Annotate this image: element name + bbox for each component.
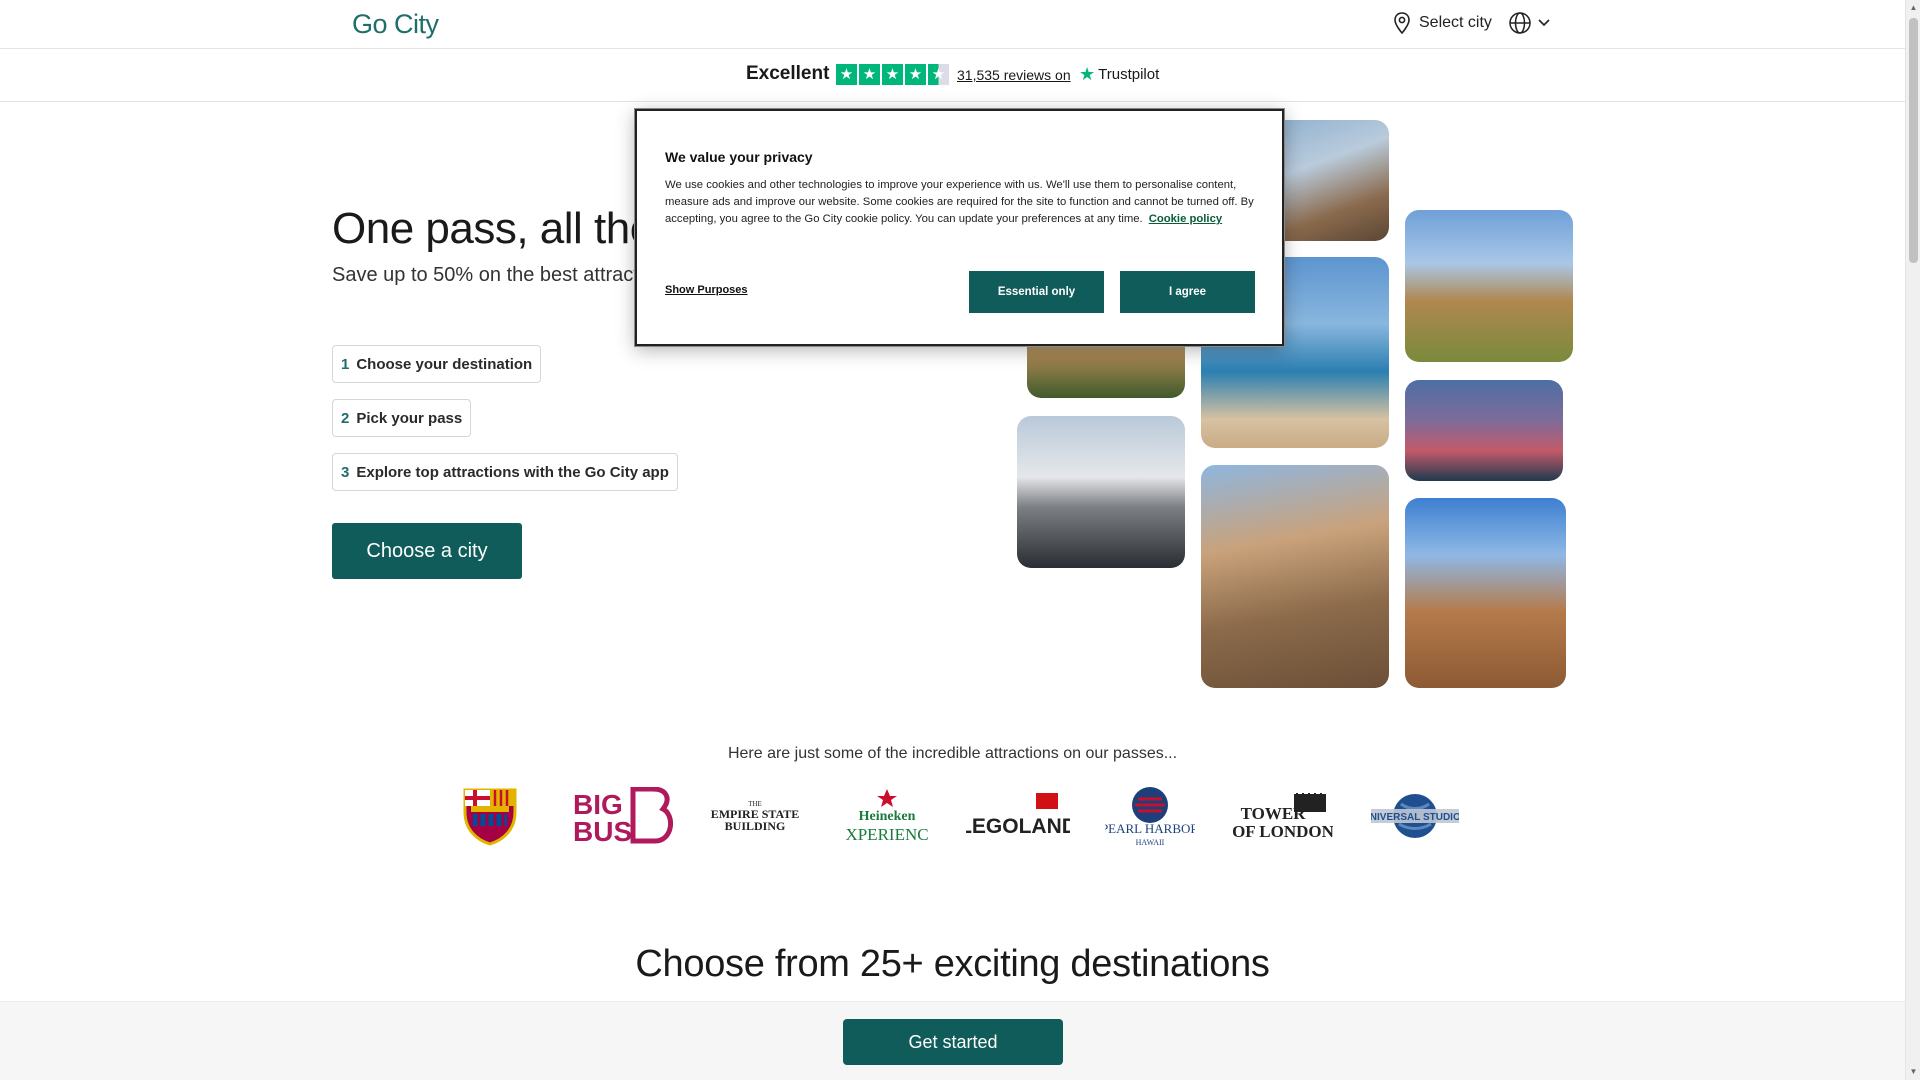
svg-text:BUS: BUS xyxy=(573,816,632,845)
svg-text:BUILDING: BUILDING xyxy=(725,819,786,833)
step-number: 2 xyxy=(341,409,350,427)
tower-of-london-wordmark: TOWER OF LONDON xyxy=(1233,793,1333,839)
svg-text:LEGOLAND: LEGOLAND xyxy=(966,815,1070,838)
universal-studios-logo: UNIVERSAL STUDIOS xyxy=(1371,785,1459,847)
half-star-icon: ★ xyxy=(928,64,949,85)
choose-a-city-button[interactable]: Choose a city xyxy=(332,523,522,579)
step-1: 1 Choose your destination xyxy=(332,345,542,383)
cookie-policy-link[interactable]: Cookie policy xyxy=(1149,213,1222,225)
star-icon: ★ xyxy=(859,64,880,85)
svg-text:Heineken: Heineken xyxy=(859,809,916,824)
step-label: Pick your pass xyxy=(356,409,463,427)
scroll-up-arrow-icon[interactable]: ▲ xyxy=(1909,3,1918,13)
scrollbar-thumb[interactable] xyxy=(1909,18,1918,263)
consent-title: We value your privacy xyxy=(665,149,813,165)
fc-barcelona-logo xyxy=(460,785,520,847)
scroll-down-arrow-icon[interactable]: ▼ xyxy=(1909,1067,1918,1077)
language-selector[interactable] xyxy=(1508,11,1550,35)
big-bus-wordmark: BIG BUS xyxy=(573,787,673,845)
trustpilot-bar: Excellent ★ ★ ★ ★ ★ 31,535 reviews on ★ … xyxy=(0,49,1905,102)
legoland-wordmark: LEGOLAND xyxy=(966,793,1070,838)
svg-text:OF LONDON: OF LONDON xyxy=(1233,822,1333,839)
trustpilot-rating-word: Excellent xyxy=(746,63,830,84)
pearl-harbor-wordmark: PEARL HARBOR HAWAII xyxy=(1105,787,1195,847)
step-3: 3 Explore top attractions with the Go Ci… xyxy=(332,453,678,491)
step-2: 2 Pick your pass xyxy=(332,399,472,437)
go-city-logo[interactable]: Go City xyxy=(352,9,439,40)
photo-selfie-man xyxy=(1017,416,1185,568)
empire-state-wordmark: THE EMPIRE STATE BUILDING xyxy=(711,800,800,833)
step-label: Explore top attractions with the Go City… xyxy=(356,463,669,481)
step-label: Choose your destination xyxy=(356,355,533,373)
svg-text:PEARL HARBOR: PEARL HARBOR xyxy=(1105,821,1195,836)
pearl-harbor-logo: PEARL HARBOR HAWAII xyxy=(1105,785,1195,847)
photo-buddha xyxy=(1201,465,1389,688)
trustpilot-reviews-link[interactable]: 31,535 reviews on xyxy=(957,67,1071,83)
cookie-consent-dialog: We value your privacy We use cookies and… xyxy=(635,109,1284,346)
get-started-button[interactable]: Get started xyxy=(843,1019,1063,1065)
fcb-crest-icon xyxy=(463,788,517,846)
universal-globe-icon: UNIVERSAL STUDIOS xyxy=(1371,794,1459,838)
map-pin-icon xyxy=(1394,12,1410,34)
chevron-down-icon xyxy=(1538,19,1550,27)
destinations-title: Choose from 25+ exciting destinations xyxy=(635,943,1270,985)
star-icon: ★ xyxy=(882,64,903,85)
hero-subtitle: Save up to 50% on the best attract xyxy=(332,264,639,286)
page-scrollbar[interactable]: ▲ ▼ xyxy=(1905,0,1920,1080)
trustpilot-logo[interactable]: ★ Trustpilot xyxy=(1079,64,1159,85)
site-header: Go City Select city xyxy=(0,0,1905,49)
legoland-logo: LEGOLAND xyxy=(966,785,1070,847)
step-number: 3 xyxy=(341,463,350,481)
essential-only-button[interactable]: Essential only xyxy=(969,271,1104,313)
heineken-wordmark: Heineken EXPERIENCE xyxy=(845,789,929,844)
empire-state-building-logo: THE EMPIRE STATE BUILDING xyxy=(710,785,800,847)
attractions-heading: Here are just some of the incredible att… xyxy=(727,745,1178,762)
step-number: 1 xyxy=(341,355,350,373)
star-icon: ★ xyxy=(905,64,926,85)
select-city-button[interactable]: Select city xyxy=(1393,12,1492,34)
reviews-count-text: 31,535 reviews on xyxy=(957,67,1071,83)
sticky-footer: Get started xyxy=(0,1001,1905,1080)
photo-city-night xyxy=(1405,380,1563,481)
svg-text:TOWER: TOWER xyxy=(1241,804,1307,823)
globe-icon xyxy=(1509,12,1531,34)
star-icon: ★ xyxy=(836,64,857,85)
svg-text:UNIVERSAL STUDIOS: UNIVERSAL STUDIOS xyxy=(1371,812,1459,823)
trustpilot-star-icon: ★ xyxy=(1079,64,1096,84)
heineken-experience-logo: Heineken EXPERIENCE xyxy=(845,785,929,847)
select-city-label: Select city xyxy=(1419,14,1492,31)
tower-of-london-logo: TOWER OF LONDON xyxy=(1233,785,1333,847)
trustpilot-stars: ★ ★ ★ ★ ★ xyxy=(836,64,949,85)
svg-text:HAWAII: HAWAII xyxy=(1136,838,1165,847)
hero-title: One pass, all the xyxy=(332,204,654,253)
photo-grand-canyon xyxy=(1405,498,1566,688)
photo-temple-traveler xyxy=(1405,210,1573,362)
i-agree-button[interactable]: I agree xyxy=(1120,271,1255,313)
consent-body: We use cookies and other technologies to… xyxy=(665,177,1265,228)
svg-text:EXPERIENCE: EXPERIENCE xyxy=(845,825,929,844)
show-purposes-link[interactable]: Show Purposes xyxy=(665,284,748,296)
big-bus-logo: BIG BUS xyxy=(570,785,674,847)
trustpilot-wordmark: Trustpilot xyxy=(1098,66,1160,83)
